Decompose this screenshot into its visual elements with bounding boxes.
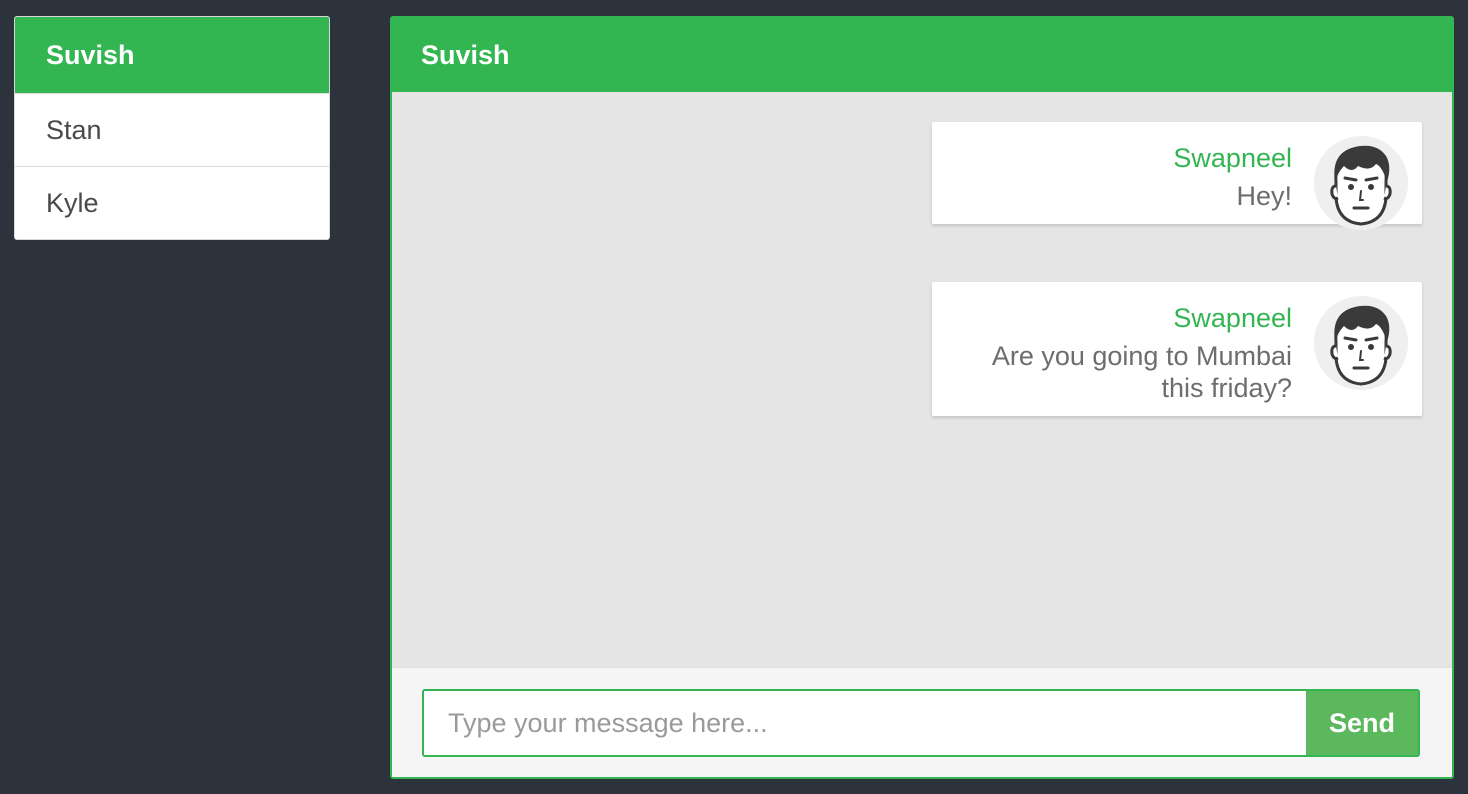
contacts-sidebar: Suvish Stan Kyle — [14, 16, 330, 240]
avatar-face-icon — [1314, 296, 1408, 390]
composer: Send — [422, 689, 1420, 757]
contact-item-kyle[interactable]: Kyle — [15, 166, 329, 239]
message-input[interactable] — [424, 691, 1306, 755]
message-bubble: Swapneel Hey! — [932, 122, 1422, 230]
contact-name: Stan — [46, 114, 102, 145]
send-button[interactable]: Send — [1306, 691, 1418, 755]
avatar-face-icon — [1314, 136, 1408, 230]
sidebar-title: Suvish — [15, 17, 329, 93]
message-bubble: Swapneel Are you going to Mumbai this fr… — [932, 282, 1422, 416]
composer-bar: Send — [392, 667, 1452, 777]
contact-name: Kyle — [46, 187, 99, 218]
message-text: Hey! — [1236, 181, 1292, 211]
chat-window: Suvish Swapneel Hey! Swapneel Are you go… — [390, 16, 1454, 779]
chat-title: Suvish — [392, 18, 1452, 92]
message-list[interactable]: Swapneel Hey! Swapneel Are you going to … — [392, 92, 1452, 669]
contact-item-stan[interactable]: Stan — [15, 93, 329, 166]
message-author: Swapneel — [1173, 143, 1292, 173]
message-text: Are you going to Mumbai this friday? — [991, 341, 1292, 403]
message-author: Swapneel — [1173, 303, 1292, 333]
